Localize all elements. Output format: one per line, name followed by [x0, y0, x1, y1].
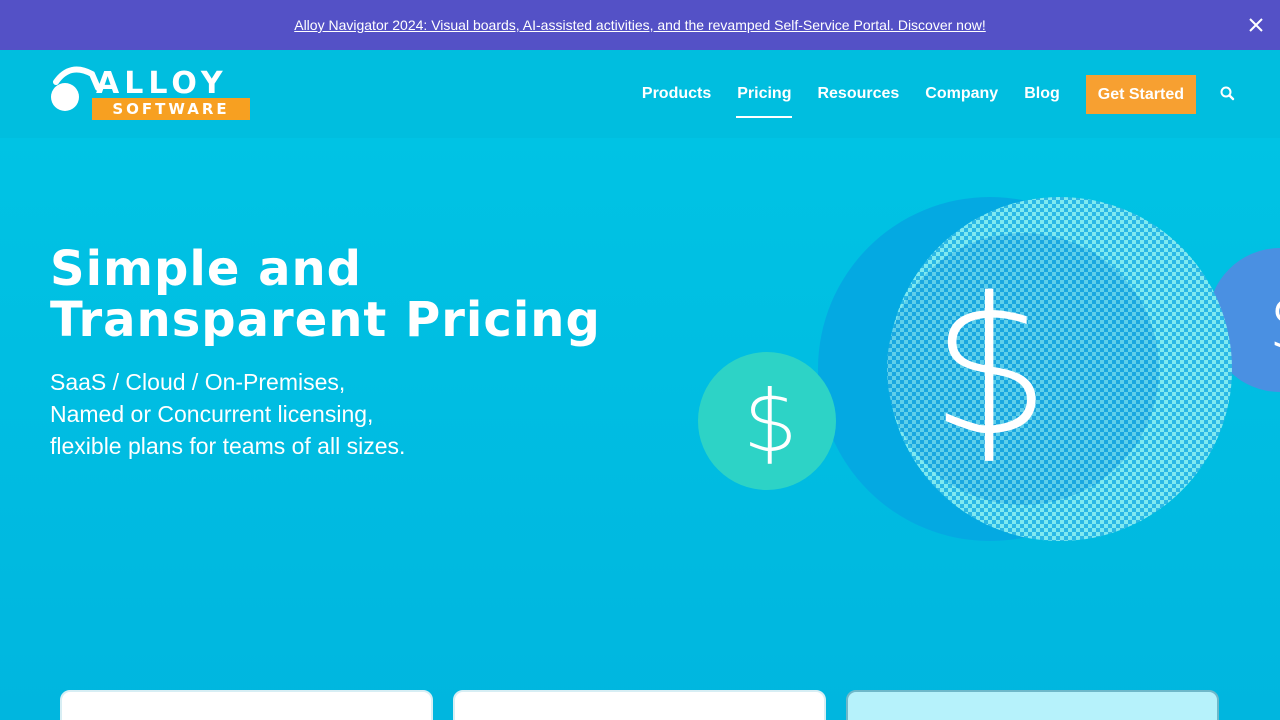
nav-blog[interactable]: Blog: [1024, 50, 1060, 138]
hero-sub-line3: flexible plans for teams of all sizes.: [50, 433, 406, 459]
logo-text-software: SOFTWARE: [92, 98, 250, 120]
plan-card-1[interactable]: [60, 690, 433, 720]
large-coin-symbol: $: [930, 257, 1051, 478]
get-started-button[interactable]: Get Started: [1085, 74, 1196, 114]
logo-text-alloy: ALLOY: [96, 66, 228, 101]
plan-card-2[interactable]: [453, 690, 826, 720]
hero-sub-line2: Named or Concurrent licensing,: [50, 401, 374, 427]
hero-section: Simple and Transparent Pricing SaaS / Cl…: [0, 138, 1280, 720]
plan-card-3-highlighted[interactable]: [846, 690, 1219, 720]
nav-company[interactable]: Company: [925, 50, 998, 138]
alloy-logo[interactable]: ALLOY SOFTWARE: [50, 64, 250, 122]
main-nav: Products Pricing Resources Company Blog …: [642, 50, 1280, 138]
teal-coin-symbol: $: [743, 372, 798, 472]
search-icon[interactable]: [1218, 84, 1238, 104]
blue-coin-symbol: $: [1268, 276, 1280, 369]
pricing-coins-illustration: $ $ $: [698, 197, 1280, 541]
nav-pricing[interactable]: Pricing: [736, 50, 793, 138]
announcement-link[interactable]: Alloy Navigator 2024: Visual boards, AI-…: [294, 17, 986, 33]
close-icon[interactable]: [1246, 15, 1266, 35]
hero-subtitle: SaaS / Cloud / On-Premises, Named or Con…: [50, 366, 570, 462]
nav-resources[interactable]: Resources: [817, 50, 899, 138]
hero-title-line1: Simple and: [50, 241, 363, 297]
hero-sub-line1: SaaS / Cloud / On-Premises,: [50, 369, 346, 395]
nav-products[interactable]: Products: [642, 50, 711, 138]
site-header: ALLOY SOFTWARE Products Pricing Resource…: [0, 50, 1280, 138]
announcement-bar: Alloy Navigator 2024: Visual boards, AI-…: [0, 0, 1280, 50]
hero-title-line2: Transparent Pricing: [50, 292, 601, 348]
hero-title: Simple and Transparent Pricing: [50, 244, 650, 346]
